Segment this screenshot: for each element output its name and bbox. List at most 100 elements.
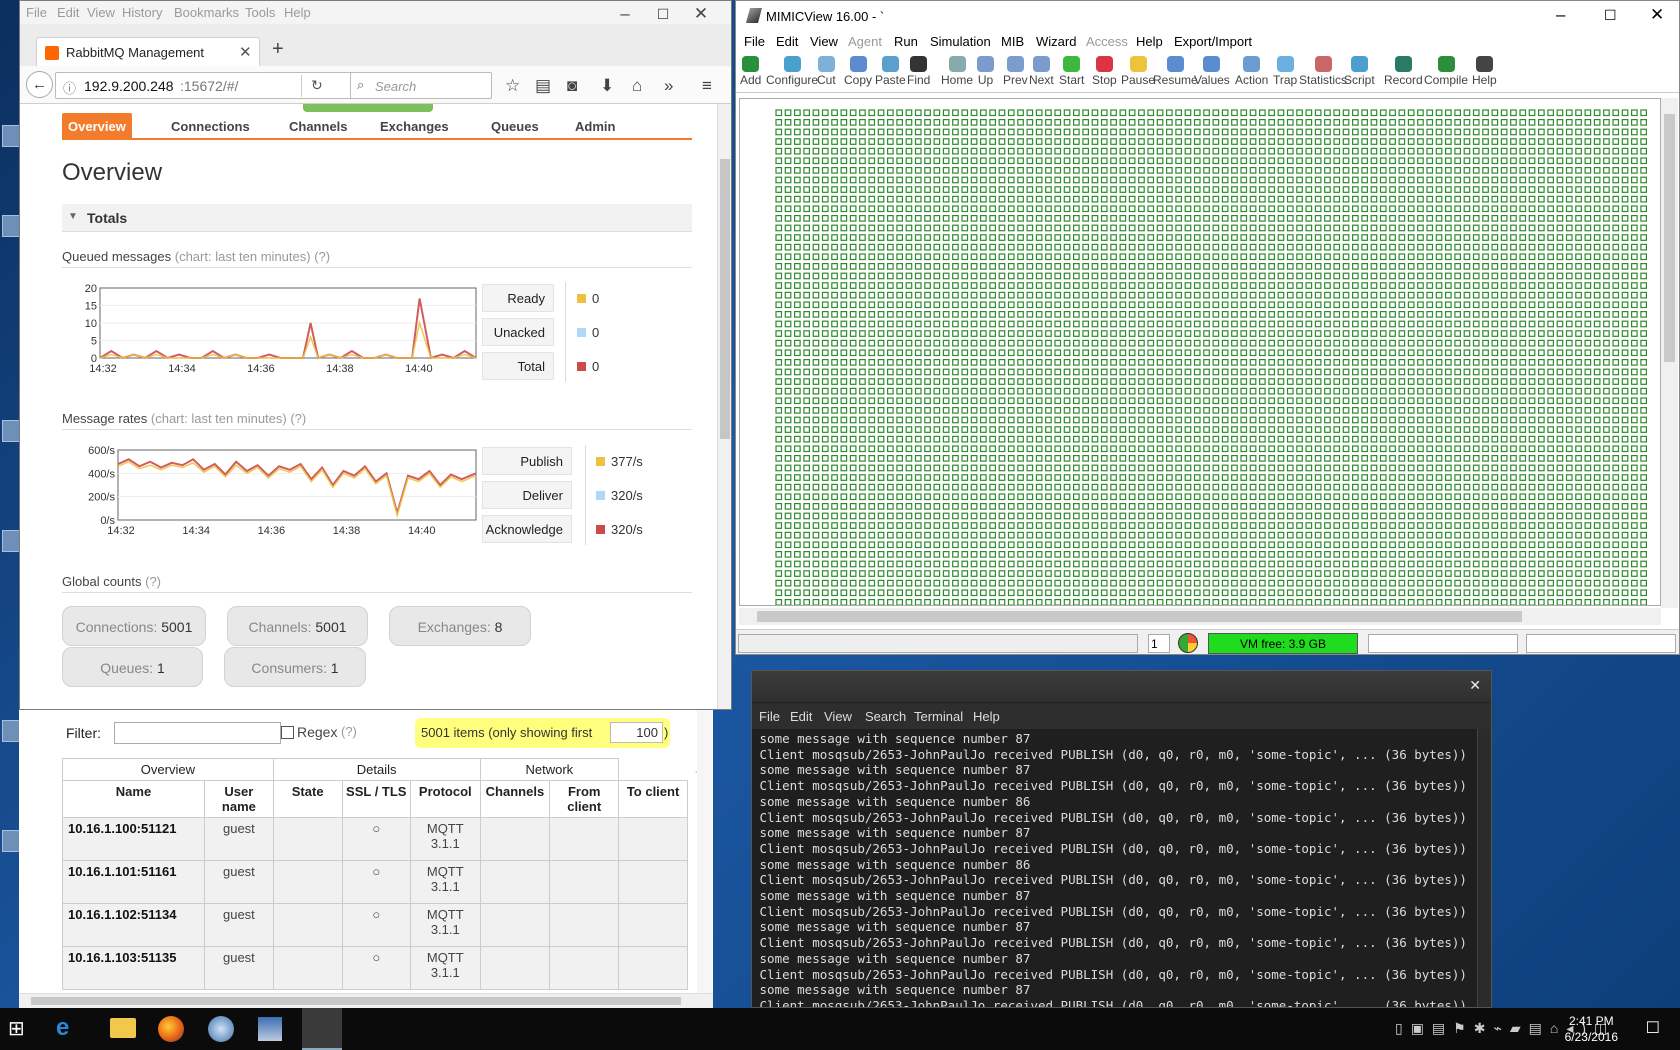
toolbar-values-button[interactable]: Values [1194,53,1230,87]
menu-export-import[interactable]: Export/Import [1174,34,1252,49]
toolbar-pause-button[interactable]: Pause [1121,53,1155,87]
desktop-shortcut-icon[interactable] [2,720,20,742]
toolbar-prev-button[interactable]: Prev [1003,53,1028,87]
table-row[interactable]: 10.16.1.103:51135 guest ○ MQTT 3.1.1 [62,946,688,990]
menu-bookmarks[interactable]: Bookmarks [174,5,239,20]
menu-view[interactable]: View [87,5,115,20]
global-note[interactable]: (?) [145,574,161,589]
col-name[interactable]: Name [62,780,205,818]
close-button[interactable]: ✕ [688,4,714,24]
vertical-scrollbar[interactable] [717,104,731,709]
menu-tools[interactable]: Tools [245,5,275,20]
horizontal-scrollbar[interactable] [19,993,713,1008]
toolbar-trap-button[interactable]: Trap [1273,53,1297,87]
maximize-button[interactable]: ☐ [650,6,676,23]
toolbar-next-button[interactable]: Next [1029,53,1054,87]
desktop-shortcut-icon[interactable] [2,125,20,147]
reading-list-icon[interactable]: ▤ [535,76,551,96]
browser-tab[interactable]: RabbitMQ Management ✕ [36,37,260,67]
desktop-shortcut-icon[interactable] [2,420,20,442]
close-button[interactable]: ✕ [1650,5,1664,25]
rates-note[interactable]: (chart: last ten minutes) (?) [151,411,306,426]
col-state[interactable]: State [272,780,343,818]
tab-close-icon[interactable]: ✕ [239,43,252,61]
menu-mib[interactable]: MIB [1001,34,1024,49]
tab-exchanges[interactable]: Exchanges [374,113,455,139]
toolbar-statistics-button[interactable]: Statistics [1299,53,1347,87]
menu-simulation[interactable]: Simulation [930,34,991,49]
agent-grid[interactable] [739,98,1661,606]
toolbar-add-button[interactable]: Add [740,53,761,87]
toolbar-script-button[interactable]: Script [1344,53,1375,87]
table-row[interactable]: 10.16.1.100:51121 guest ○ MQTT 3.1.1 [62,817,688,861]
col-user-name[interactable]: User name [203,780,274,818]
menu-view[interactable]: View [810,34,838,49]
hamburger-menu-icon[interactable]: ≡ [702,76,712,96]
menu-file[interactable]: File [26,5,47,20]
col-ssl-tls[interactable]: SSL / TLS [341,780,412,818]
bookmark-star-icon[interactable]: ☆ [505,76,520,96]
toolbar-configure-button[interactable]: Configure [766,53,818,87]
url-bar[interactable]: ⓘ 192.9.200.248 :15672/#/ ↻ [55,72,361,99]
queued-note[interactable]: (chart: last ten minutes) (?) [175,249,330,264]
new-tab-icon[interactable]: + [272,38,284,61]
count-consumers[interactable]: Consumers: 1 [224,647,366,687]
regex-help[interactable]: (?) [341,724,357,739]
count-queues[interactable]: Queues: 1 [62,647,203,687]
tab-channels[interactable]: Channels [283,113,354,139]
connection-name[interactable]: 10.16.1.100:51121 [62,817,205,861]
scrollbar-thumb[interactable] [31,997,681,1005]
count-channels[interactable]: Channels: 5001 [227,606,368,646]
tab-overview[interactable]: Overview [62,113,132,139]
menu-help[interactable]: Help [1136,34,1163,49]
toolbar-find-button[interactable]: Find [907,53,930,87]
col-to-client[interactable]: To client [618,780,688,818]
connection-name[interactable]: 10.16.1.103:51135 [62,946,205,990]
tab-admin[interactable]: Admin [569,113,621,139]
desktop-shortcut-icon[interactable] [2,830,20,852]
filter-input[interactable] [114,722,281,744]
reload-icon[interactable]: ↻ [311,77,323,94]
toolbar-copy-button[interactable]: Copy [844,53,872,87]
toolbar-action-button[interactable]: Action [1235,53,1268,87]
desktop-shortcut-icon[interactable] [2,530,20,552]
menu-edit[interactable]: Edit [776,34,798,49]
menu-wizard[interactable]: Wizard [1036,34,1076,49]
minimize-button[interactable]: – [1556,5,1565,25]
toolbar-up-button[interactable]: Up [977,53,994,87]
vertical-scrollbar[interactable] [697,710,712,1008]
info-icon[interactable]: ⓘ [63,78,76,97]
toolbar-start-button[interactable]: Start [1059,53,1084,87]
menu-access[interactable]: Access [1086,34,1128,49]
home-icon[interactable]: ⌂ [632,76,642,96]
table-row[interactable]: 10.16.1.101:51161 guest ○ MQTT 3.1.1 [62,860,688,904]
toolbar-compile-button[interactable]: Compile [1424,53,1468,87]
tab-queues[interactable]: Queues [485,113,545,139]
maximize-button[interactable]: ☐ [1604,7,1617,24]
search-bar[interactable]: ⌕ Search [350,72,492,99]
back-arrow-icon[interactable]: ← [26,71,53,98]
menu-history[interactable]: History [122,5,162,20]
toolbar-home-button[interactable]: Home [941,53,973,87]
desktop-shortcut-icon[interactable] [2,215,20,237]
count-exchanges[interactable]: Exchanges: 8 [389,606,531,646]
col-from-client[interactable]: From client [549,780,620,818]
overflow-icon[interactable]: » [664,76,673,96]
table-row[interactable]: 10.16.1.102:51134 guest ○ MQTT 3.1.1 [62,903,688,947]
toolbar-cut-button[interactable]: Cut [817,53,836,87]
minimize-button[interactable]: – [612,4,638,24]
menu-agent[interactable]: Agent [848,34,882,49]
toolbar-resume-button[interactable]: Resume [1153,53,1198,87]
menu-edit[interactable]: Edit [57,5,79,20]
count-connections[interactable]: Connections: 5001 [62,606,206,646]
download-icon[interactable]: ⬇ [600,76,614,96]
toolbar-record-button[interactable]: Record [1384,53,1423,87]
menu-help[interactable]: Help [284,5,311,20]
toolbar-help-button[interactable]: Help [1472,53,1497,87]
col-channels[interactable]: Channels [479,780,551,818]
connection-name[interactable]: 10.16.1.101:51161 [62,860,205,904]
col-protocol[interactable]: Protocol [410,780,481,818]
regex-checkbox[interactable] [281,726,294,739]
toolbar-paste-button[interactable]: Paste [875,53,906,87]
page-size-input[interactable]: 100 [610,722,663,743]
